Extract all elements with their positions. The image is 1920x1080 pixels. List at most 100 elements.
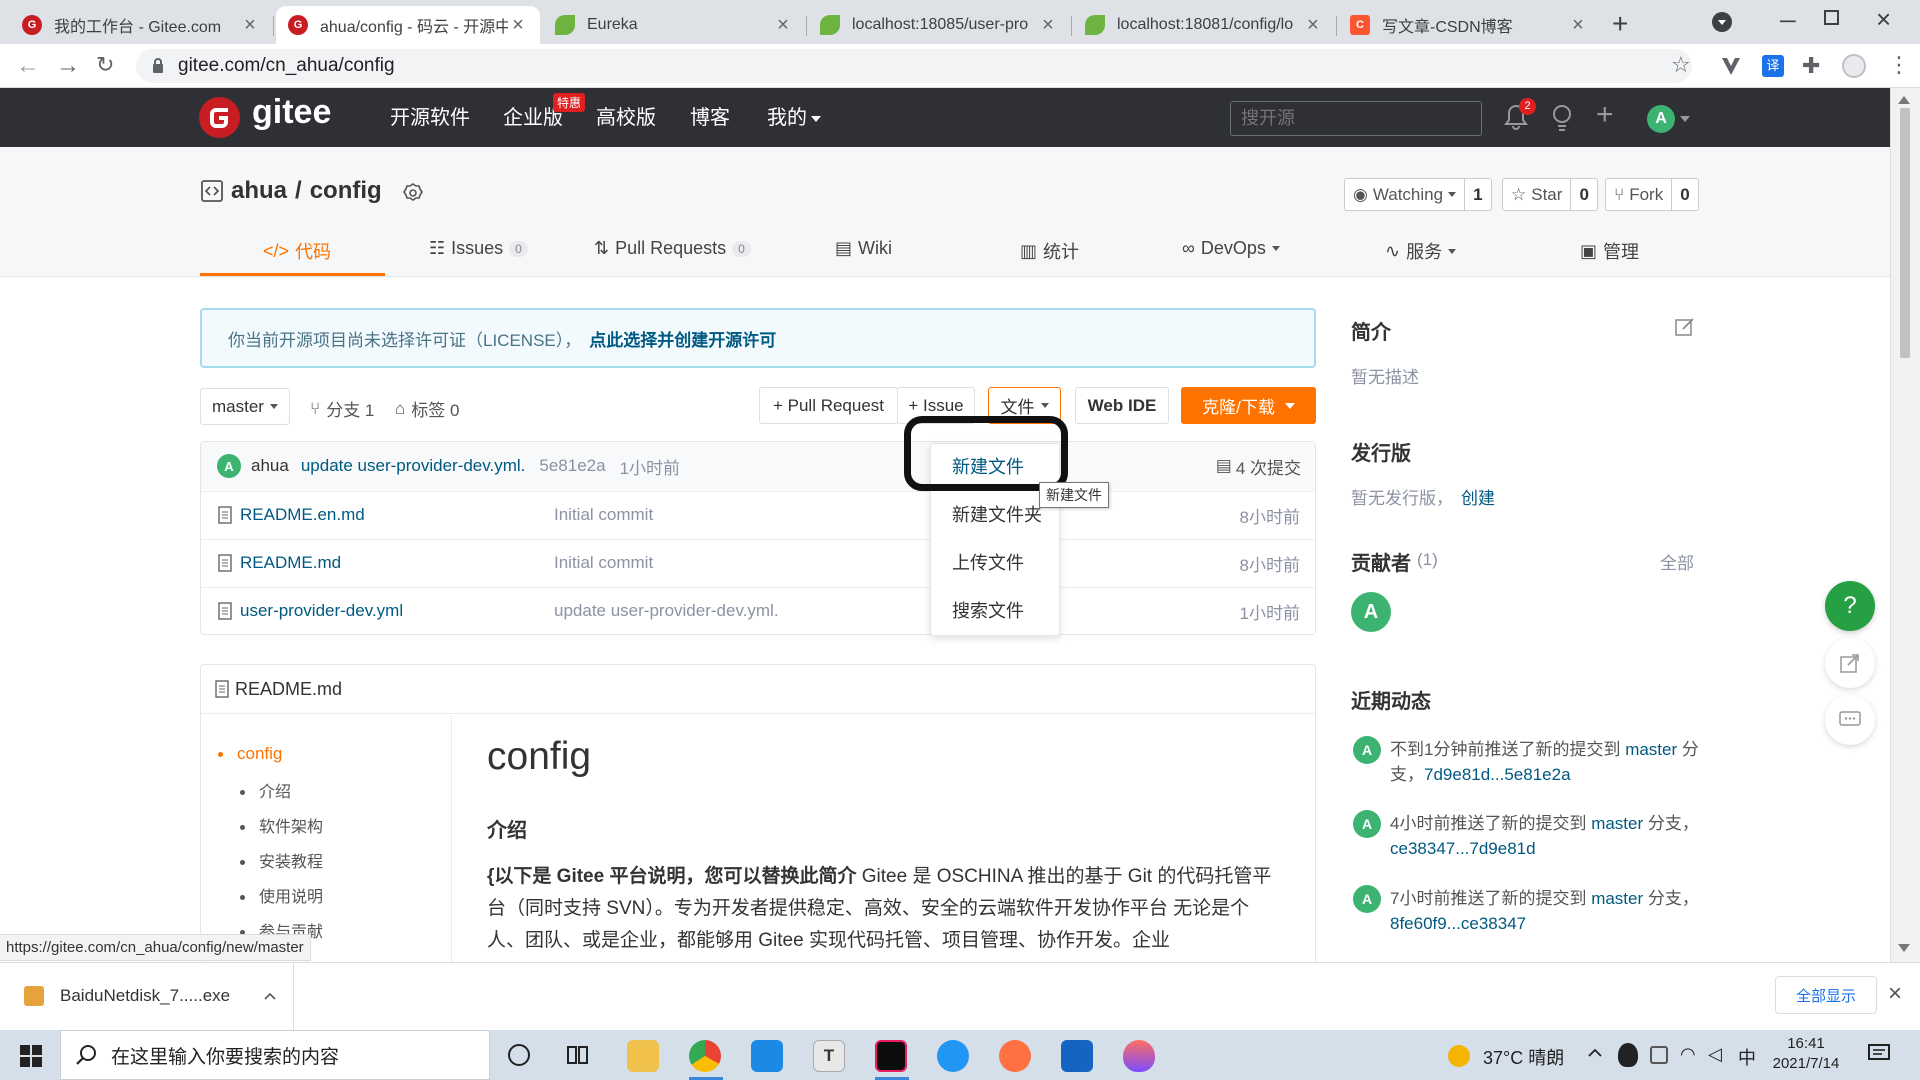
tab-wiki[interactable]: ▤ Wiki [835,238,892,259]
taskbar-clock[interactable]: 16:41 2021/7/14 [1768,1034,1844,1074]
profile-avatar-icon[interactable] [1842,54,1866,78]
browser-tab-eureka[interactable]: Eureka × [543,6,805,44]
table-row[interactable]: user-provider-dev.yml update user-provid… [200,587,1316,634]
commit-count-link[interactable]: ▤ 4 次提交 [1216,454,1301,479]
tab-pull-requests[interactable]: ⇅ Pull Requests 0 [594,238,751,259]
browser-tab-localhost-18085[interactable]: localhost:18085/user-pro × [808,6,1070,44]
open-source-badge-icon[interactable] [401,182,425,206]
ime-indicator[interactable]: 中 [1738,1044,1756,1070]
commit-hash[interactable]: 5e81e2a [539,456,605,476]
create-plus-icon[interactable]: + [1596,100,1614,130]
scroll-down-arrow-icon[interactable] [1898,944,1910,952]
menu-item-search-file[interactable]: 搜索文件 [952,599,1024,623]
tray-app-icon[interactable] [1650,1046,1668,1064]
cortana-icon[interactable] [508,1044,530,1066]
user-avatar[interactable]: A [1647,105,1675,133]
file-commit-message[interactable]: update user-provider-dev.yml. [554,601,779,621]
windows-start-icon[interactable] [20,1045,42,1067]
close-icon[interactable]: × [1038,14,1058,37]
file-name-link[interactable]: README.md [240,553,341,573]
star-button[interactable]: ☆ Star 0 [1502,178,1598,211]
contributor-avatar[interactable]: A [1351,592,1391,632]
gitee-logo-icon[interactable] [199,97,240,138]
nav-blog[interactable]: 博客 [690,106,730,130]
close-icon[interactable]: × [508,14,528,37]
menu-item-new-folder[interactable]: 新建文件夹 [952,503,1042,527]
table-row[interactable]: README.md Initial commit 8小时前 [200,539,1316,586]
activity-avatar[interactable]: A [1353,885,1381,913]
tab-code[interactable]: </> 代码 [263,238,331,264]
watch-button[interactable]: ◉ Watching 1 [1344,178,1492,211]
activity-avatar[interactable]: A [1353,810,1381,838]
chat-button[interactable] [1825,695,1875,745]
toc-item[interactable]: 软件架构 [240,813,323,837]
qq-tray-icon[interactable] [1618,1043,1638,1067]
file-name-link[interactable]: README.en.md [240,505,365,525]
chevron-up-icon[interactable] [1588,1048,1602,1057]
tab-service[interactable]: ∿ 服务 [1385,238,1457,264]
browser-tab-csdn[interactable]: C 写文章-CSDN博客 × [1338,6,1600,44]
lock-icon[interactable] [152,58,164,74]
contributors-all-link[interactable]: 全部 [1660,549,1694,574]
chevron-down-icon[interactable] [1680,116,1690,122]
forward-icon[interactable]: → [56,52,80,80]
chrome-icon[interactable] [689,1040,721,1072]
translate-extension-icon[interactable]: 译 [1762,55,1784,77]
share-button[interactable] [1825,638,1875,688]
toc-item-config[interactable]: config [218,744,282,764]
close-icon[interactable]: × [1303,14,1323,37]
volume-icon[interactable]: ◁ [1708,1044,1722,1065]
gitee-logo-text[interactable]: gitee [252,93,331,132]
close-icon[interactable]: × [773,14,793,37]
help-button[interactable]: ? [1825,581,1875,631]
intellij-idea-icon[interactable] [875,1040,907,1072]
commit-author-avatar[interactable]: A [217,454,241,478]
tab-devops[interactable]: ∞ DevOps [1182,238,1280,259]
bookmark-star-icon[interactable]: ☆ [1671,52,1691,78]
task-view-icon[interactable] [566,1043,590,1067]
back-icon[interactable]: ← [16,52,40,80]
browser-tab-localhost-18081[interactable]: localhost:18081/config/lo × [1073,6,1335,44]
file-explorer-icon[interactable] [627,1040,659,1072]
nav-open-source[interactable]: 开源软件 [390,106,470,130]
extensions-puzzle-icon[interactable]: ✚ [1802,53,1820,79]
browser-tab-config[interactable]: G ahua/config - 码云 - 开源中 × [276,6,540,44]
messenger-icon[interactable] [937,1040,969,1072]
tags-link[interactable]: ⌂ 标签 0 [395,396,459,421]
menu-item-upload-file[interactable]: 上传文件 [952,551,1024,575]
gitee-search-input[interactable] [1230,101,1482,136]
typora-icon[interactable]: T [813,1040,845,1072]
close-icon[interactable]: × [240,14,260,37]
taskbar-search-box[interactable]: 在这里输入你要搜索的内容 [60,1030,490,1080]
tab-issues[interactable]: ☷ Issues 0 [429,238,528,259]
new-pull-request-button[interactable]: + Pull Request [759,387,898,424]
download-item[interactable]: BaiduNetdisk_7.....exe [0,962,294,1030]
create-release-link[interactable]: 创建 [1461,484,1495,509]
reload-icon[interactable]: ↻ [96,52,114,78]
close-download-bar-icon[interactable]: × [1888,980,1902,1008]
extension-v-icon[interactable] [1720,55,1742,77]
lightbulb-icon[interactable] [1551,104,1573,132]
edit-icon[interactable] [1675,317,1695,337]
toc-item[interactable]: 使用说明 [240,883,323,907]
weather-text[interactable]: 37°C 晴朗 [1483,1044,1564,1070]
repo-owner-link[interactable]: ahua [231,177,287,205]
show-all-downloads-button[interactable]: 全部显示 [1775,976,1877,1014]
window-close-icon[interactable]: × [1876,4,1891,35]
branches-link[interactable]: ⑂ 分支 1 [310,396,374,421]
scrollbar-thumb[interactable] [1900,108,1910,358]
close-icon[interactable]: × [1568,14,1588,37]
new-tab-icon[interactable]: + [1612,8,1628,40]
file-commit-message[interactable]: Initial commit [554,505,653,525]
table-row[interactable]: README.en.md Initial commit 8小时前 [200,491,1316,538]
tab-search-icon[interactable] [1712,12,1732,32]
fork-button[interactable]: ⑂ Fork 0 [1605,178,1699,211]
fork-count[interactable]: 0 [1671,179,1697,210]
minimize-icon[interactable]: ─ [1780,8,1796,34]
browser-menu-icon[interactable]: ⋮ [1888,52,1910,78]
postman-icon[interactable] [999,1040,1031,1072]
tab-manage[interactable]: ▣ 管理 [1580,238,1639,264]
nav-university[interactable]: 高校版 [596,106,656,130]
commit-author[interactable]: ahua [251,456,289,476]
toc-item[interactable]: 安装教程 [240,848,323,872]
